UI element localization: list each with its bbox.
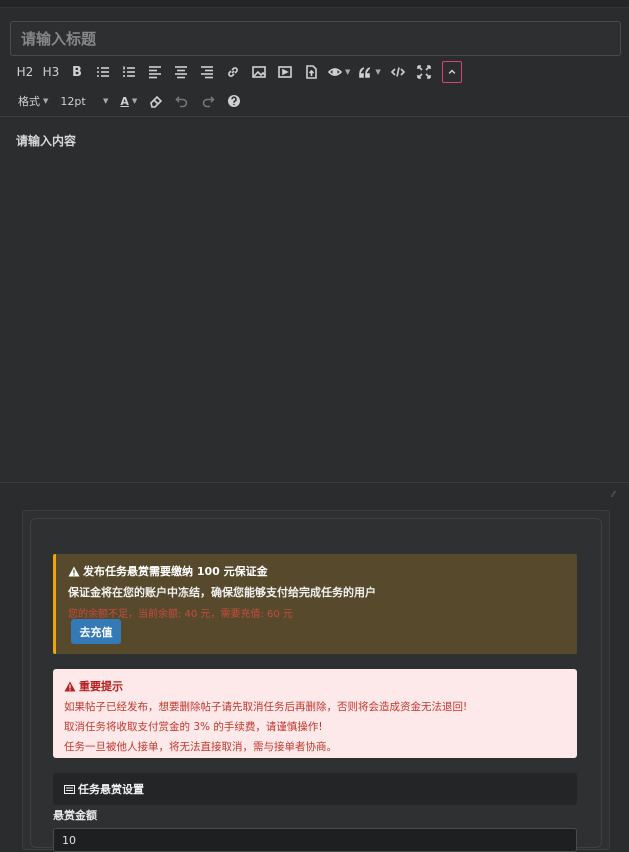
code-button[interactable] — [385, 61, 411, 83]
heading-3-button[interactable]: H3 — [38, 61, 64, 83]
deposit-alert-title: 发布任务悬赏需要缴纳 100 元保证金 — [68, 563, 565, 579]
align-right-icon — [201, 66, 213, 79]
format-label: 格式 — [18, 95, 40, 108]
redo-button[interactable] — [195, 90, 221, 112]
upload-file-button[interactable] — [298, 61, 324, 83]
undo-icon — [175, 96, 188, 108]
align-left-icon — [149, 66, 161, 79]
balance-note: 您的余额不足，当前余额: 40 元，需要充值: 60 元 — [68, 609, 293, 620]
code-icon — [390, 67, 405, 77]
fullscreen-icon — [416, 65, 431, 79]
content-placeholder: 请输入内容 — [16, 134, 77, 148]
editor-toolbar-row-2: 格式 ▼ 12pt ▼ A ▼ — [12, 89, 247, 113]
format-dropdown[interactable]: 格式 ▼ — [12, 90, 54, 112]
warning-icon — [68, 566, 80, 576]
image-icon — [252, 66, 266, 78]
money-icon — [64, 784, 75, 794]
video-icon — [278, 66, 292, 78]
chevron-down-icon: ▼ — [43, 97, 49, 105]
recharge-button[interactable]: 去充值 — [71, 619, 121, 644]
important-notice-title-text: 重要提示 — [79, 680, 123, 693]
quote-icon — [359, 67, 371, 78]
top-strip — [0, 0, 629, 8]
font-color-dropdown[interactable]: A ▼ — [114, 90, 143, 112]
link-icon — [228, 67, 238, 77]
chevron-down-icon: ▼ — [345, 68, 351, 76]
editor-toolbar-row-1: H2 H3 B ▼ ▼ — [12, 60, 462, 84]
heading-2-button[interactable]: H2 — [12, 61, 38, 83]
file-upload-icon — [306, 65, 317, 79]
fullscreen-button[interactable] — [411, 61, 437, 83]
content-editor[interactable]: 请输入内容 — [0, 117, 629, 482]
quote-button[interactable]: ▼ — [354, 61, 384, 83]
numbered-list-icon — [123, 66, 135, 77]
notice-line: 如果帖子已经发布，想要删除帖子请先取消任务后再删除，否则将会造成资金无法退回! — [64, 701, 468, 713]
deposit-alert-description: 保证金将在您的账户中冻结，确保您能够支付给完成任务的用户 — [68, 586, 376, 599]
redo-icon — [203, 96, 215, 108]
eraser-icon — [150, 95, 163, 108]
help-icon — [228, 95, 241, 107]
clear-format-button[interactable] — [143, 90, 169, 112]
align-left-button[interactable] — [142, 61, 168, 83]
collapse-toolbar-button[interactable] — [441, 61, 462, 83]
task-settings-header: 任务悬赏设置 — [53, 773, 577, 805]
help-button[interactable] — [221, 90, 247, 112]
align-center-icon — [175, 66, 187, 79]
deposit-alert-title-text: 发布任务悬赏需要缴纳 100 元保证金 — [83, 565, 268, 578]
warning-icon — [64, 681, 76, 691]
chevron-down-icon: ▼ — [131, 97, 138, 105]
amount-input[interactable] — [53, 828, 577, 852]
bullet-list-icon — [97, 67, 109, 77]
content-divider — [0, 482, 629, 483]
preview-button[interactable]: ▼ — [324, 61, 354, 83]
resize-handle-icon[interactable]: ⁄⁄ — [612, 490, 615, 499]
align-center-button[interactable] — [168, 61, 194, 83]
notice-line: 取消任务将收取支付赏金的 3% 的手续费，请谨慎操作! — [64, 721, 323, 733]
numbered-list-button[interactable] — [116, 61, 142, 83]
font-size-label: 12pt — [60, 94, 86, 108]
undo-button[interactable] — [169, 90, 195, 112]
align-right-button[interactable] — [194, 61, 220, 83]
image-button[interactable] — [246, 61, 272, 83]
important-notice-title: 重要提示 — [64, 678, 566, 694]
amount-label: 悬赏金额 — [53, 809, 97, 822]
title-input[interactable] — [10, 21, 621, 56]
chevron-down-icon: ▼ — [375, 68, 381, 76]
task-settings-header-text: 任务悬赏设置 — [78, 783, 144, 796]
font-size-dropdown[interactable]: 12pt ▼ — [54, 90, 114, 112]
chevron-down-icon: ▼ — [103, 97, 109, 105]
link-button[interactable] — [220, 61, 246, 83]
deposit-alert: 发布任务悬赏需要缴纳 100 元保证金 保证金将在您的账户中冻结，确保您能够支付… — [53, 554, 577, 654]
important-notice: 重要提示 如果帖子已经发布，想要删除帖子请先取消任务后再删除，否则将会造成资金无… — [53, 669, 577, 758]
font-color-label: A — [120, 94, 129, 108]
media-button[interactable] — [272, 61, 298, 83]
chevron-up-icon — [448, 69, 456, 74]
bold-button[interactable]: B — [64, 61, 90, 83]
eye-icon — [328, 68, 342, 76]
bullet-list-button[interactable] — [90, 61, 116, 83]
notice-line: 任务一旦被他人接单，将无法直接取消，需与接单者协商。 — [64, 741, 337, 753]
